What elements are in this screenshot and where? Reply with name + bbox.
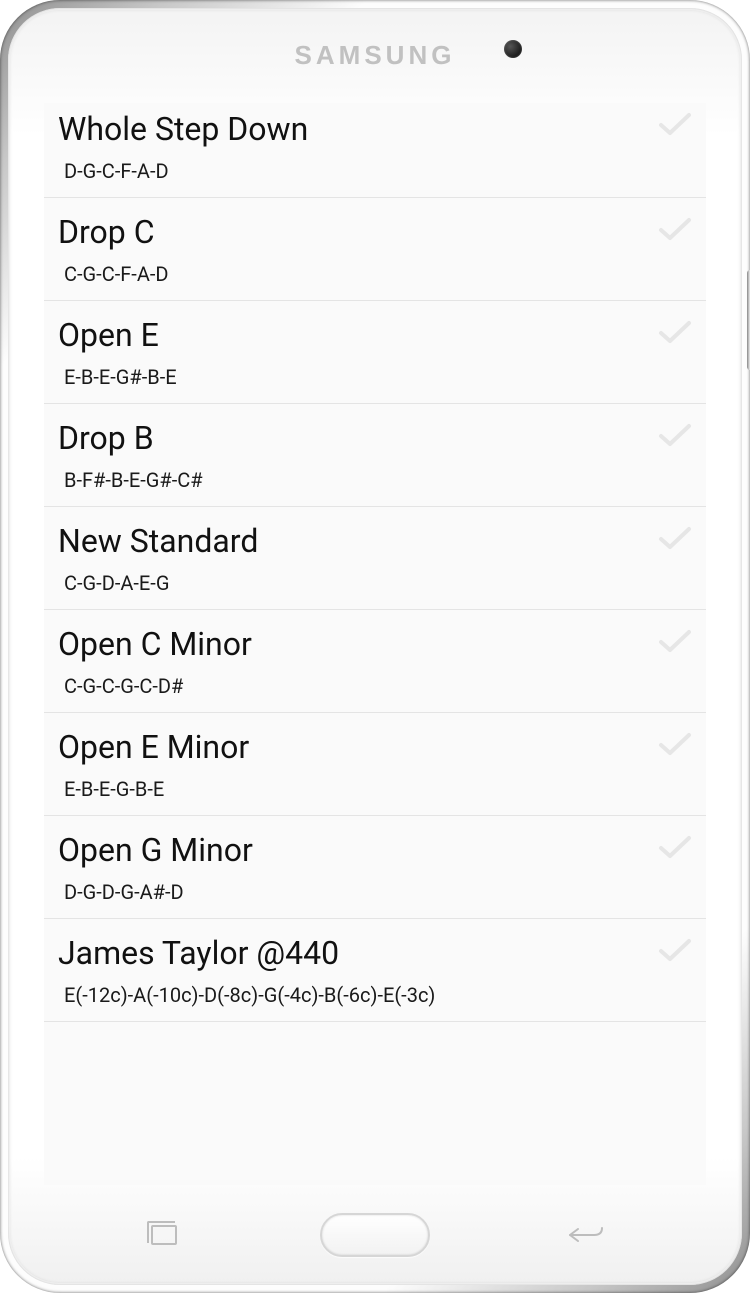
- check-icon: [658, 731, 692, 757]
- tuning-name: Whole Step Down: [58, 109, 688, 149]
- screen: Whole Step Down D-G-C-F-A-D Drop C C-G-C-F-…: [44, 103, 706, 1185]
- tuning-name: Open G Minor: [58, 830, 688, 870]
- check-icon: [658, 525, 692, 551]
- tuning-notes: C-G-C-G-C-D#: [58, 674, 688, 698]
- tuning-notes: E-B-E-G-B-E: [58, 777, 688, 801]
- front-camera: [504, 40, 522, 58]
- check-icon: [658, 834, 692, 860]
- tuning-notes: D-G-C-F-A-D: [58, 159, 688, 183]
- list-item[interactable]: James Taylor @440 E(-12c)-A(-10c)-D(-8c)-…: [44, 919, 706, 1022]
- tuning-name: Drop B: [58, 418, 688, 458]
- check-icon: [658, 216, 692, 242]
- tuning-name: Open E: [58, 315, 688, 355]
- back-icon: [564, 1223, 608, 1247]
- tuning-list: Whole Step Down D-G-C-F-A-D Drop C C-G-C-F-…: [44, 103, 706, 1022]
- tuning-name: James Taylor @440: [58, 933, 688, 973]
- brand-logo: SAMSUNG: [295, 40, 456, 71]
- tablet-device-frame: SAMSUNG Whole Step Down D-G-C-F-A-D Drop C…: [0, 0, 750, 1293]
- tuning-name: Open C Minor: [58, 624, 688, 664]
- tuning-name: New Standard: [58, 521, 688, 561]
- home-button[interactable]: [320, 1213, 430, 1257]
- tuning-notes: C-G-C-F-A-D: [58, 262, 688, 286]
- hardware-buttons: [8, 1185, 742, 1285]
- check-icon: [658, 937, 692, 963]
- tuning-name: Open E Minor: [58, 727, 688, 767]
- list-item[interactable]: Open E E-B-E-G#-B-E: [44, 301, 706, 404]
- recent-apps-icon: [151, 1225, 177, 1245]
- list-item[interactable]: Whole Step Down D-G-C-F-A-D: [44, 103, 706, 198]
- check-icon: [658, 319, 692, 345]
- check-icon: [658, 628, 692, 654]
- recent-apps-button[interactable]: [142, 1220, 186, 1250]
- list-item[interactable]: Drop B B-F#-B-E-G#-C#: [44, 404, 706, 507]
- back-button[interactable]: [564, 1220, 608, 1250]
- device-top-bar: SAMSUNG: [8, 8, 742, 103]
- list-item[interactable]: Open E Minor E-B-E-G-B-E: [44, 713, 706, 816]
- tuning-notes: E-B-E-G#-B-E: [58, 365, 688, 389]
- tuning-notes: C-G-D-A-E-G: [58, 571, 688, 595]
- check-icon: [658, 111, 692, 137]
- list-item[interactable]: Drop C C-G-C-F-A-D: [44, 198, 706, 301]
- tuning-notes: D-G-D-G-A#-D: [58, 880, 688, 904]
- check-icon: [658, 422, 692, 448]
- tuning-notes: E(-12c)-A(-10c)-D(-8c)-G(-4c)-B(-6c)-E(-…: [58, 983, 688, 1007]
- list-item[interactable]: Open C Minor C-G-C-G-C-D#: [44, 610, 706, 713]
- tuning-name: Drop C: [58, 212, 688, 252]
- list-item[interactable]: New Standard C-G-D-A-E-G: [44, 507, 706, 610]
- device-body: SAMSUNG Whole Step Down D-G-C-F-A-D Drop C…: [8, 8, 742, 1285]
- tuning-notes: B-F#-B-E-G#-C#: [58, 468, 688, 492]
- list-item[interactable]: Open G Minor D-G-D-G-A#-D: [44, 816, 706, 919]
